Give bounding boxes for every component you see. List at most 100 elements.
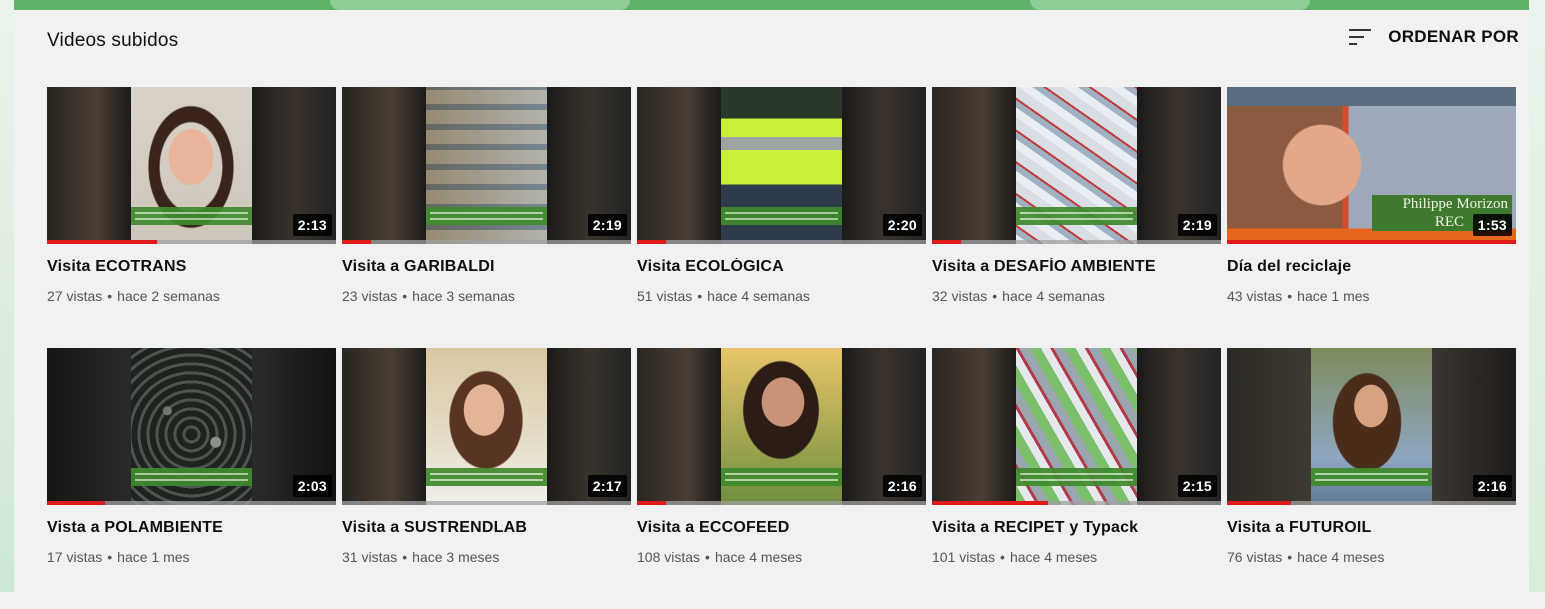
video-thumbnail[interactable]: 2:03 bbox=[47, 348, 336, 505]
video-card[interactable]: 2:03 Vista a POLAMBIENTE 17 vistas • hace 1 … bbox=[47, 348, 336, 609]
upload-age: hace 4 meses bbox=[1009, 549, 1098, 565]
background-top-band bbox=[0, 0, 1545, 10]
upload-age: hace 3 semanas bbox=[412, 288, 515, 304]
video-card[interactable]: 2:19 Visita a GARIBALDI 23 vistas • hace 3 s… bbox=[342, 87, 631, 348]
video-card[interactable]: 2:13 Visita ECOTRANS 27 vistas • hace 2 sema… bbox=[47, 87, 336, 348]
video-metadata: 43 vistas • hace 1 mes bbox=[1227, 288, 1516, 304]
video-thumbnail[interactable]: 2:20 bbox=[637, 87, 926, 244]
watch-progress-bar bbox=[47, 240, 336, 244]
video-thumbnail[interactable]: 2:16 bbox=[637, 348, 926, 505]
watch-progress-bar bbox=[1227, 501, 1516, 505]
watch-progress-bar bbox=[1227, 240, 1516, 244]
separator-dot: • bbox=[705, 549, 710, 565]
background-right-band bbox=[1529, 0, 1545, 592]
video-title[interactable]: Visita a SUSTRENDLAB bbox=[342, 519, 631, 537]
watch-progress-bar bbox=[932, 501, 1221, 505]
video-metadata: 31 vistas • hace 3 meses bbox=[342, 549, 631, 565]
duration-badge: 2:17 bbox=[587, 475, 627, 497]
upload-age: hace 1 mes bbox=[117, 549, 190, 565]
watch-progress-bar bbox=[342, 501, 631, 505]
view-count: 101 vistas bbox=[932, 549, 996, 565]
upload-age: hace 4 meses bbox=[714, 549, 803, 565]
sort-button[interactable]: ORDENAR POR bbox=[1348, 26, 1519, 48]
watch-progress-bar bbox=[637, 240, 926, 244]
video-title[interactable]: Visita a FUTUROIL bbox=[1227, 519, 1516, 537]
video-title[interactable]: Visita a RECIPET y Typack bbox=[932, 519, 1221, 537]
separator-dot: • bbox=[107, 288, 113, 304]
duration-badge: 2:20 bbox=[882, 214, 922, 236]
video-card[interactable]: 2:16 Visita a ECCOFEED 108 vistas • hace 4 m… bbox=[637, 348, 926, 609]
sort-label: ORDENAR POR bbox=[1388, 27, 1519, 46]
duration-badge: 2:15 bbox=[1177, 475, 1217, 497]
separator-dot: • bbox=[402, 549, 408, 565]
video-title[interactable]: Visita ECOLÓGICA bbox=[637, 258, 926, 276]
view-count: 108 vistas bbox=[637, 549, 701, 565]
video-thumbnail[interactable]: 2:17 bbox=[342, 348, 631, 505]
video-thumbnail[interactable]: Philippe Morizon REC 1:53 bbox=[1227, 87, 1516, 244]
duration-badge: 2:16 bbox=[882, 475, 922, 497]
watch-progress-fill bbox=[47, 501, 105, 505]
video-metadata: 32 vistas • hace 4 semanas bbox=[932, 288, 1221, 304]
video-card[interactable]: 2:16 Visita a FUTUROIL 76 vistas • hace 4 me… bbox=[1227, 348, 1516, 609]
separator-dot: • bbox=[1287, 549, 1293, 565]
video-thumbnail[interactable]: 2:13 bbox=[47, 87, 336, 244]
watch-progress-fill bbox=[932, 240, 961, 244]
video-metadata: 101 vistas • hace 4 meses bbox=[932, 549, 1221, 565]
separator-dot: • bbox=[992, 288, 998, 304]
separator-dot: • bbox=[1287, 288, 1293, 304]
video-thumbnail[interactable]: 2:16 bbox=[1227, 348, 1516, 505]
upload-age: hace 1 mes bbox=[1297, 288, 1370, 304]
upload-age: hace 4 semanas bbox=[707, 288, 810, 304]
video-thumbnail[interactable]: 2:15 bbox=[932, 348, 1221, 505]
upload-age: hace 4 meses bbox=[1297, 549, 1385, 565]
watch-progress-fill bbox=[1227, 501, 1291, 505]
duration-badge: 2:19 bbox=[587, 214, 627, 236]
watch-progress-fill bbox=[47, 240, 157, 244]
video-title[interactable]: Visita a ECCOFEED bbox=[637, 519, 926, 537]
view-count: 17 vistas bbox=[47, 549, 103, 565]
video-thumbnail[interactable]: 2:19 bbox=[932, 87, 1221, 244]
background-left-band bbox=[0, 0, 14, 592]
view-count: 43 vistas bbox=[1227, 288, 1283, 304]
separator-dot: • bbox=[402, 288, 408, 304]
section-title: Videos subidos bbox=[47, 30, 179, 51]
watch-progress-bar bbox=[47, 501, 336, 505]
video-title[interactable]: Vista a POLAMBIENTE bbox=[47, 519, 336, 537]
video-thumbnail[interactable]: 2:19 bbox=[342, 87, 631, 244]
sort-icon bbox=[1349, 29, 1372, 45]
view-count: 32 vistas bbox=[932, 288, 988, 304]
video-title[interactable]: Visita a GARIBALDI bbox=[342, 258, 631, 276]
watch-progress-fill bbox=[342, 240, 371, 244]
watch-progress-fill bbox=[637, 501, 666, 505]
video-card[interactable]: 2:20 Visita ECOLÓGICA 51 vistas • hace 4 sem… bbox=[637, 87, 926, 348]
video-grid: 2:13 Visita ECOTRANS 27 vistas • hace 2 sema… bbox=[47, 87, 1516, 609]
video-title[interactable]: Día del reciclaje bbox=[1227, 258, 1516, 276]
view-count: 31 vistas bbox=[342, 549, 398, 565]
video-title[interactable]: Visita ECOTRANS bbox=[47, 258, 336, 276]
separator-dot: • bbox=[697, 288, 703, 304]
watch-progress-bar bbox=[932, 240, 1221, 244]
video-metadata: 76 vistas • hace 4 meses bbox=[1227, 549, 1516, 565]
uploads-panel: Videos subidos ORDENAR POR 2:13 Visita EC… bbox=[14, 10, 1529, 592]
video-metadata: 108 vistas • hace 4 meses bbox=[637, 549, 926, 565]
view-count: 51 vistas bbox=[637, 288, 693, 304]
separator-dot: • bbox=[1000, 549, 1005, 565]
video-metadata: 17 vistas • hace 1 mes bbox=[47, 549, 336, 565]
video-card[interactable]: 2:19 Visita a DESAFÍO AMBIENTE 32 vistas • h… bbox=[932, 87, 1221, 348]
duration-badge: 2:03 bbox=[292, 475, 332, 497]
video-card[interactable]: 2:17 Visita a SUSTRENDLAB 31 vistas • hace 3… bbox=[342, 348, 631, 609]
duration-badge: 1:53 bbox=[1472, 214, 1512, 236]
watch-progress-bar bbox=[637, 501, 926, 505]
video-card[interactable]: 2:15 Visita a RECIPET y Typack 101 vistas •… bbox=[932, 348, 1221, 609]
overlay-line-1: Philippe Morizon bbox=[1402, 196, 1508, 212]
watch-progress-fill bbox=[1227, 240, 1516, 244]
view-count: 76 vistas bbox=[1227, 549, 1283, 565]
video-metadata: 23 vistas • hace 3 semanas bbox=[342, 288, 631, 304]
view-count: 23 vistas bbox=[342, 288, 398, 304]
watch-progress-fill bbox=[637, 240, 666, 244]
duration-badge: 2:19 bbox=[1177, 214, 1217, 236]
watch-progress-bar bbox=[342, 240, 631, 244]
duration-badge: 2:16 bbox=[1472, 475, 1512, 497]
video-title[interactable]: Visita a DESAFÍO AMBIENTE bbox=[932, 258, 1221, 276]
video-card[interactable]: Philippe Morizon REC 1:53 Día del reciclaje… bbox=[1227, 87, 1516, 348]
